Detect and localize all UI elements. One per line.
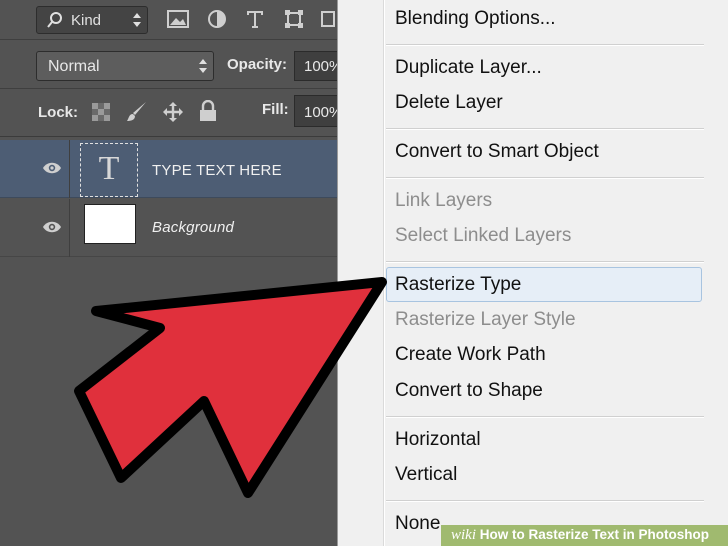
opacity-label: Opacity:: [227, 56, 288, 73]
menu-separator: [386, 128, 704, 130]
menu-gutter-highlight: [384, 0, 385, 546]
menu-separator: [386, 500, 704, 502]
menu-item-delete-layer[interactable]: Delete Layer: [395, 92, 503, 114]
menu-item-rasterize-type[interactable]: Rasterize Type: [395, 274, 521, 296]
move-icon[interactable]: [162, 101, 184, 128]
image-filter-icon[interactable]: [166, 8, 190, 35]
type-layer-thumbnail: T: [80, 143, 138, 197]
layers-panel: Kind Normal Opacity: 100% Lock: Fill: 10…: [0, 0, 354, 546]
lock-label: Lock:: [38, 104, 79, 121]
filter-kind-label: Kind: [71, 12, 102, 29]
menu-separator: [386, 261, 704, 263]
lock-transparent-pixels-icon[interactable]: [92, 103, 110, 126]
filter-row: Kind: [0, 0, 345, 40]
fill-label: Fill:: [262, 101, 289, 118]
blend-mode-label: Normal: [48, 58, 100, 75]
visibility-toggle[interactable]: [0, 140, 70, 198]
menu-item-rasterize-layer-style: Rasterize Layer Style: [395, 309, 576, 330]
search-icon: [47, 11, 63, 33]
dropdown-arrows-icon: [133, 13, 141, 31]
layer-name: Background: [152, 219, 235, 236]
layer-name: TYPE TEXT HERE: [152, 162, 282, 179]
menu-item-blending-options[interactable]: Blending Options...: [395, 8, 556, 30]
blend-mode-dropdown[interactable]: Normal: [36, 51, 214, 81]
shape-filter-icon[interactable]: [283, 8, 305, 35]
type-filter-icon[interactable]: [244, 8, 266, 35]
menu-item-link-layers: Link Layers: [395, 190, 493, 211]
watermark-title: How to Rasterize Text in Photoshop: [479, 527, 710, 542]
watermark-brand: wiki: [451, 527, 476, 543]
layer-context-menu: Blending Options... Duplicate Layer... D…: [337, 0, 728, 546]
lock-icon[interactable]: [199, 99, 217, 127]
background-layer-thumbnail: [84, 204, 136, 244]
menu-item-duplicate-layer[interactable]: Duplicate Layer...: [395, 57, 542, 79]
menu-separator: [386, 177, 704, 179]
watermark: wiki How to Rasterize Text in Photoshop: [441, 525, 728, 546]
menu-separator: [386, 44, 704, 46]
dropdown-arrows-icon: [199, 59, 207, 78]
adjustment-filter-icon[interactable]: [206, 8, 228, 35]
smart-object-filter-icon[interactable]: [320, 8, 336, 35]
visibility-toggle[interactable]: [0, 199, 70, 257]
menu-separator: [386, 416, 704, 418]
filter-kind-dropdown[interactable]: Kind: [36, 6, 148, 34]
eye-icon[interactable]: [42, 161, 62, 180]
menu-item-convert-to-shape[interactable]: Convert to Shape: [395, 380, 543, 402]
menu-item-convert-to-smart-object[interactable]: Convert to Smart Object: [395, 141, 599, 163]
menu-item-horizontal[interactable]: Horizontal: [395, 429, 481, 451]
brush-icon[interactable]: [126, 101, 148, 128]
menu-item-vertical[interactable]: Vertical: [395, 464, 457, 486]
blend-row: Normal Opacity: 100%: [0, 41, 354, 89]
lock-row: Lock: Fill: 100%: [0, 90, 354, 137]
layer-row-background[interactable]: Background: [0, 199, 345, 257]
menu-item-select-linked-layers: Select Linked Layers: [395, 225, 572, 246]
menu-item-create-work-path[interactable]: Create Work Path: [395, 344, 546, 366]
layer-row-type[interactable]: T TYPE TEXT HERE: [0, 140, 345, 198]
eye-icon[interactable]: [42, 220, 62, 239]
menu-item-none[interactable]: None: [395, 513, 440, 535]
